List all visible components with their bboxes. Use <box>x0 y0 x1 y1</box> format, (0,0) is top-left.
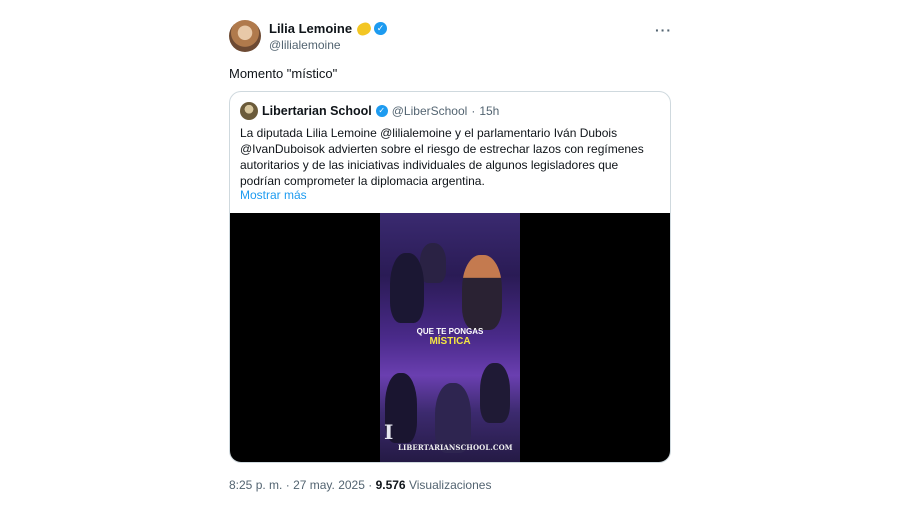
video-person <box>480 363 510 423</box>
quote-verified-badge-icon: ✓ <box>375 105 388 117</box>
quoted-tweet[interactable]: Libertarian School ✓ @LiberSchool · 15h … <box>229 91 671 463</box>
video-player[interactable]: QUE TE PONGAS MÍSTICA Ⅰ LIBERTARIANSCHOO… <box>230 213 670 462</box>
quote-time: 15h <box>479 104 500 118</box>
quote-avatar <box>240 102 258 120</box>
tweet-time[interactable]: 8:25 p. m. <box>229 478 282 492</box>
video-caption-line2: MÍSTICA <box>429 336 471 347</box>
video-person <box>462 255 502 330</box>
meta-separator: · <box>368 478 373 492</box>
video-person <box>420 243 446 283</box>
show-more-link[interactable]: Mostrar más <box>240 188 307 202</box>
video-caption-line1: QUE TE PONGAS <box>416 327 484 336</box>
verified-badge-icon: ✓ <box>374 22 388 35</box>
author-name-row: Lilia Lemoine ✓ <box>269 20 388 37</box>
tweet-text: Momento "místico" <box>229 66 338 81</box>
author-avatar[interactable] <box>229 20 261 52</box>
author-name[interactable]: Lilia Lemoine <box>269 21 352 36</box>
more-options-icon[interactable]: ··· <box>655 22 672 38</box>
quote-text: La diputada Lilia Lemoine @lilialemoine … <box>240 126 644 188</box>
lemon-emoji-icon <box>355 20 373 37</box>
views-count: 9.576 <box>375 478 406 492</box>
video-frame[interactable]: QUE TE PONGAS MÍSTICA Ⅰ LIBERTARIANSCHOO… <box>380 213 520 462</box>
views-label: Visualizaciones <box>408 478 492 492</box>
video-watermark: LIBERTARIANSCHOOL.COM <box>398 443 513 452</box>
quote-author-handle: @LiberSchool <box>391 104 468 118</box>
torch-logo-icon: Ⅰ <box>384 420 394 444</box>
tweet-date[interactable]: 27 may. 2025 <box>293 478 365 492</box>
tweet: Lilia Lemoine ✓ @lilialemoine ··· Moment… <box>229 0 671 505</box>
tweet-meta: 8:25 p. m. · 27 may. 2025 · 9.576 Visual… <box>229 478 491 492</box>
author-handle[interactable]: @lilialemoine <box>269 38 341 52</box>
meta-separator: · <box>285 478 290 492</box>
quote-header: Libertarian School ✓ @LiberSchool · 15h <box>240 102 499 120</box>
quote-author-name: Libertarian School <box>262 104 372 118</box>
quote-separator: · <box>471 104 476 118</box>
video-person <box>390 253 424 323</box>
